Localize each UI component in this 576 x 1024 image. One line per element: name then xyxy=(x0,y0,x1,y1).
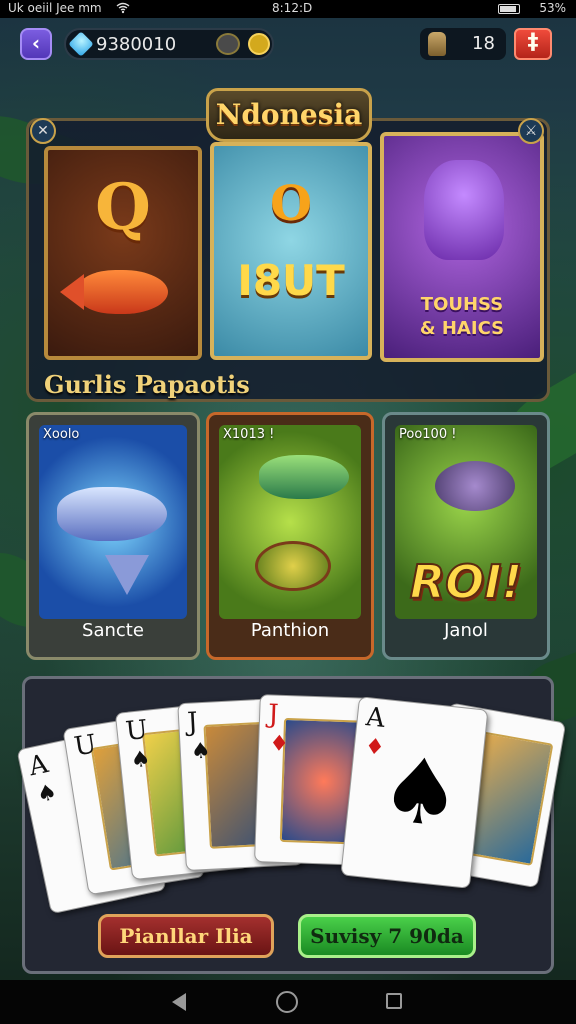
player-count: 18 xyxy=(472,33,495,54)
featured-card-q[interactable]: Q xyxy=(44,146,202,360)
card-caption-line1: TOUHSS xyxy=(420,294,504,315)
gem-icon xyxy=(68,31,94,57)
gem-balance: 9380010 xyxy=(96,34,177,55)
right-action-button[interactable]: Suvisy 7 90da xyxy=(298,914,476,958)
battery-percent: 53% xyxy=(539,1,566,15)
featured-card-creature[interactable]: TOUHSS & HAICS xyxy=(380,132,544,362)
battery-icon xyxy=(498,4,520,14)
category-card-panthion[interactable]: X1013 ! Panthion xyxy=(206,412,374,660)
nav-recent-apps-icon[interactable] xyxy=(386,993,402,1009)
card-rank: U xyxy=(72,729,99,763)
category-name: Panthion xyxy=(250,620,330,641)
status-time: 8:12:D xyxy=(272,1,313,15)
fish-tail xyxy=(60,274,84,310)
category-card-sancte[interactable]: Xoolo Sancte xyxy=(26,412,200,660)
nav-home-icon[interactable] xyxy=(276,991,298,1013)
category-tag: Xoolo xyxy=(43,427,80,442)
category-tag: Poo100 ! xyxy=(399,427,457,442)
system-nav-bar xyxy=(0,980,576,1024)
fish-tail xyxy=(105,555,149,595)
card-glyph-top: O xyxy=(270,176,312,232)
card-suit: ♠ xyxy=(190,738,212,765)
creature-icon xyxy=(424,160,504,260)
nav-back-icon[interactable] xyxy=(172,993,186,1011)
sword-icon[interactable]: ⚔ xyxy=(518,118,544,144)
card-suit: ♦ xyxy=(363,734,386,762)
fish-icon xyxy=(259,455,349,499)
status-left-text: Uk oeiil Jee mm xyxy=(8,1,102,15)
playing-card-ace[interactable]: A ♦ ♠ xyxy=(340,696,489,889)
roi-art-text: ROI! xyxy=(409,554,524,610)
card-rank: U xyxy=(124,714,150,747)
top-bar: ‹ 9380010 18 ‡ xyxy=(0,18,576,70)
coin-icon[interactable] xyxy=(216,33,240,55)
fish-icon xyxy=(78,270,168,314)
spade-icon: ♠ xyxy=(375,736,467,850)
card-rank: A xyxy=(26,749,51,783)
card-rank: J xyxy=(267,699,280,730)
card-suit: ♠ xyxy=(34,779,60,809)
featured-card-o[interactable]: O I8UT xyxy=(210,142,372,360)
wifi-icon xyxy=(116,2,130,14)
card-caption-line2: & HAICS xyxy=(419,318,505,339)
fish-icon xyxy=(57,487,167,541)
category-art xyxy=(219,425,361,619)
category-name: Sancte xyxy=(82,620,144,641)
featured-title: Ndonesia xyxy=(206,88,372,142)
close-icon[interactable]: ✕ xyxy=(30,118,56,144)
card-rank: J xyxy=(186,707,199,738)
status-bar: Uk oeiil Jee mm 8:12:D 53% xyxy=(0,0,576,18)
turtle-icon xyxy=(255,541,331,591)
card-rank: A xyxy=(364,702,387,734)
featured-section-label: Gurlis Papaotis xyxy=(44,370,250,399)
gold-coin-icon[interactable] xyxy=(248,33,270,55)
category-art: ROI! xyxy=(395,425,537,619)
category-tag: X1013 ! xyxy=(223,427,275,442)
back-button[interactable]: ‹ xyxy=(20,28,52,60)
category-name: Janol xyxy=(444,620,488,641)
card-glyph-bottom: I8UT xyxy=(237,256,345,305)
menu-button[interactable]: ‡ xyxy=(514,28,552,60)
player-count-pill[interactable]: 18 xyxy=(420,28,506,60)
card-suit: ♦ xyxy=(268,731,290,758)
shrimp-icon xyxy=(435,461,515,511)
category-art xyxy=(39,425,187,619)
chevron-left-icon: ‹ xyxy=(31,31,41,55)
category-card-janol[interactable]: ROI! Poo100 ! Janol xyxy=(382,412,550,660)
player-icon xyxy=(428,32,446,56)
gem-balance-pill[interactable]: 9380010 xyxy=(64,28,274,60)
left-action-button[interactable]: Pianllar Ilia xyxy=(98,914,274,958)
card-suit: ♠ xyxy=(129,746,152,774)
card-glyph: Q xyxy=(95,170,151,245)
grid-plus-icon: ‡ xyxy=(527,30,539,55)
